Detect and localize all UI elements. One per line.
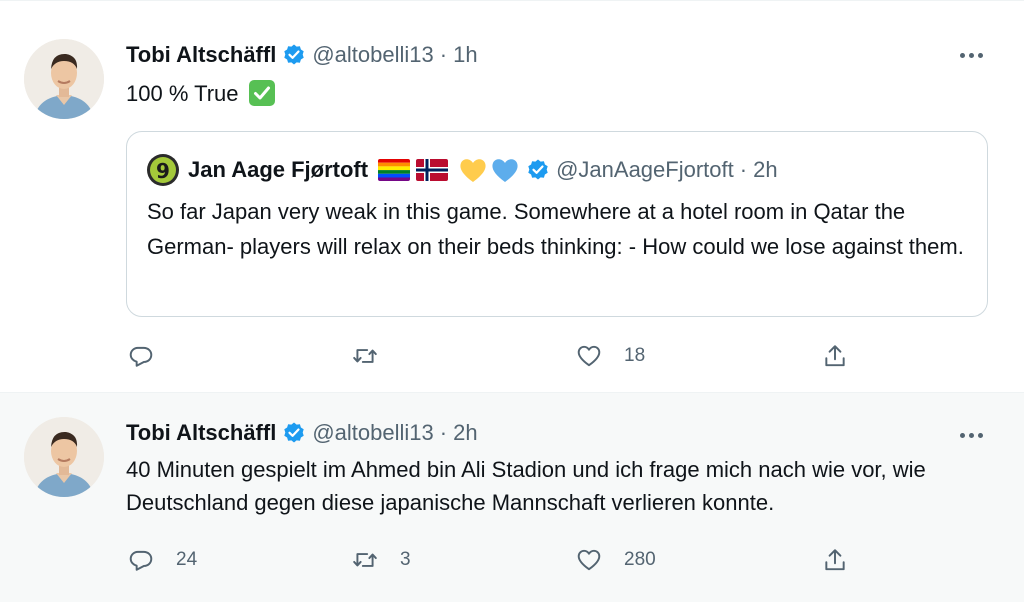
author-avatar[interactable] [24, 417, 104, 497]
like-count: 280 [624, 549, 656, 570]
like-button[interactable]: 280 [576, 545, 656, 575]
retweet-button[interactable] [352, 341, 400, 371]
author-handle[interactable]: @altobelli13 [312, 41, 433, 69]
tweet-text: 40 Minuten gespielt im Ahmed bin Ali Sta… [126, 457, 926, 515]
author-name[interactable]: Tobi Altschäffl [126, 41, 276, 69]
blue-heart-icon [490, 156, 520, 184]
tweet-1[interactable]: Tobi Altschäffl @altobelli13 · 1h 100 % … [0, 0, 1024, 392]
quoted-author-handle[interactable]: @JanAageFjortoft [556, 156, 734, 184]
tweet-actions: 18 [126, 341, 866, 371]
white-check-mark-icon [248, 80, 275, 106]
norway-flag-icon [416, 159, 449, 181]
quoted-tweet-header: 9 Jan Aage Fjørtoft @JanAageFjortoft · 2… [147, 154, 778, 186]
reply-count: 24 [176, 549, 198, 570]
separator-dot: · [439, 420, 448, 445]
tweet-2[interactable]: Tobi Altschäffl @altobelli13 · 2h 40 Min… [0, 392, 1024, 602]
retweet-button[interactable]: 3 [352, 545, 411, 575]
reply-button[interactable]: 24 [128, 545, 197, 575]
reply-icon [129, 346, 153, 367]
retweet-icon [353, 553, 377, 567]
more-options-icon[interactable] [956, 423, 986, 447]
like-icon [577, 549, 601, 571]
like-button[interactable]: 18 [576, 341, 645, 371]
like-count: 18 [624, 345, 646, 366]
retweet-count: 3 [400, 549, 411, 570]
tweet-time[interactable]: 1h [453, 41, 477, 69]
author-avatar[interactable] [24, 39, 104, 119]
tweet-actions: 24 3 280 [126, 545, 866, 575]
yellow-heart-icon [458, 156, 488, 184]
verified-badge-icon [526, 158, 550, 182]
retweet-icon [353, 349, 377, 363]
more-options-icon[interactable] [956, 43, 986, 67]
tweet-time[interactable]: 2h [453, 419, 477, 447]
quoted-author-name[interactable]: Jan Aage Fjørtoft [188, 156, 368, 184]
verified-badge-icon [282, 43, 306, 67]
share-icon [825, 345, 845, 367]
tweet-text-content: 100 % True [126, 81, 239, 106]
rainbow-flag-icon [378, 159, 411, 181]
quoted-tweet[interactable]: 9 Jan Aage Fjørtoft @JanAageFjortoft · 2… [126, 131, 988, 317]
quoted-tweet-time[interactable]: 2h [753, 156, 777, 184]
share-icon [825, 549, 845, 571]
reply-icon [129, 550, 153, 571]
separator-dot: · [739, 157, 748, 182]
author-name[interactable]: Tobi Altschäffl [126, 419, 276, 447]
share-button[interactable] [822, 341, 848, 371]
quoted-author-avatar[interactable]: 9 [147, 154, 179, 186]
quoted-tweet-text: So far Japan very weak in this game. Som… [147, 199, 964, 259]
reply-button[interactable] [128, 341, 176, 371]
separator-dot: · [439, 42, 448, 67]
verified-badge-icon [282, 421, 306, 445]
author-handle[interactable]: @altobelli13 [312, 419, 433, 447]
tweet-header: Tobi Altschäffl @altobelli13 · 1h [126, 41, 478, 69]
tweet-text: 100 % True [126, 77, 275, 110]
tweet-header: Tobi Altschäffl @altobelli13 · 2h [126, 419, 478, 447]
share-button[interactable] [822, 545, 848, 575]
like-icon [577, 345, 601, 367]
